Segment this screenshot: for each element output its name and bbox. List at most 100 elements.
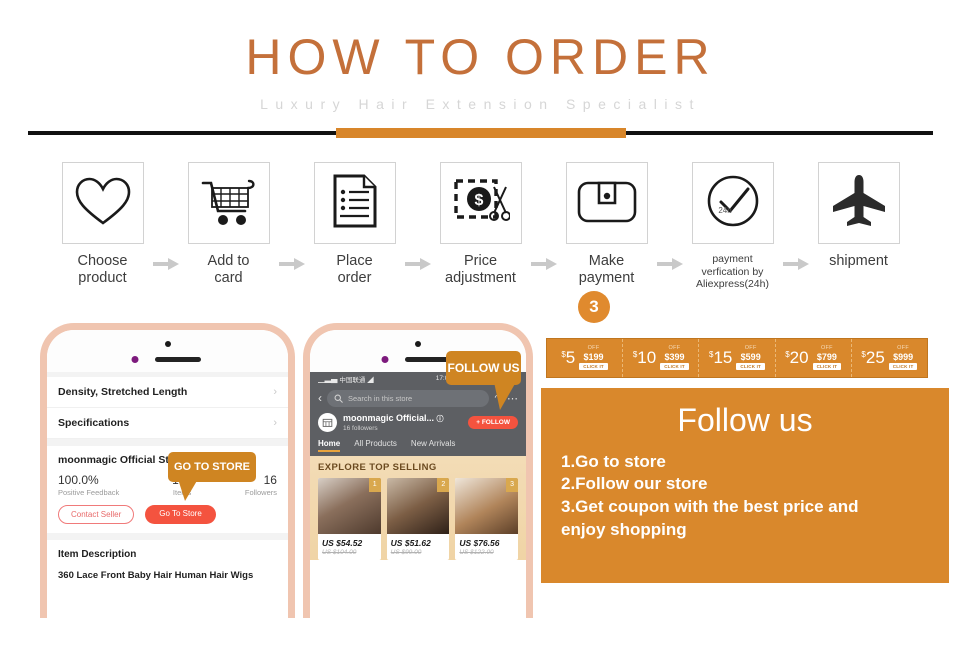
coupon-off-label: OFF: [744, 345, 757, 352]
coupon-detail: OFF $399 CLICK IT: [660, 346, 689, 370]
page-subtitle: Luxury Hair Extension Specialist: [260, 96, 701, 112]
earpiece-speaker: [154, 356, 201, 362]
store-name-text: moonmagic Official...: [343, 412, 435, 423]
stat-value: 100.0%: [58, 472, 99, 487]
coupon-item[interactable]: $10 OFF $399 CLICK IT: [623, 338, 700, 377]
tab-all-products[interactable]: All Products: [354, 439, 397, 452]
coupon-off-label: OFF: [587, 345, 600, 352]
step-icon-box: [565, 162, 648, 244]
avatar: [318, 412, 337, 432]
contact-seller-button[interactable]: Contact Seller: [58, 504, 135, 524]
coupon-click-button[interactable]: CLICK IT: [888, 362, 918, 370]
tooltip-label: GO TO STORE: [174, 460, 250, 473]
list-item[interactable]: Density, Stretched Length ›: [47, 377, 288, 408]
item-description-text: 360 Lace Front Baby Hair Human Hair Wigs: [58, 569, 254, 581]
step-icon-box: $: [439, 162, 522, 244]
row-label: Specifications: [58, 416, 130, 429]
step-make-payment: Make payment: [559, 162, 655, 287]
coupon-click-button[interactable]: CLICK IT: [660, 362, 689, 370]
coupon-amount: $15: [709, 349, 732, 366]
product-image: 3: [455, 477, 519, 534]
follow-us-panel: Follow us 1.Go to store 2.Follow our sto…: [541, 387, 949, 583]
step-label: Place order: [336, 253, 372, 287]
product-price: US $51.62: [390, 537, 431, 548]
arrow-icon-6: [781, 258, 811, 270]
arrow-icon-1: [151, 258, 181, 270]
svg-text:$: $: [474, 192, 483, 209]
go-to-store-tooltip: GO TO STORE: [168, 451, 256, 501]
section-divider: [47, 532, 288, 540]
item-description-heading: Item Description: [58, 548, 137, 560]
list-item[interactable]: Specifications ›: [47, 408, 288, 439]
product-card[interactable]: 3 US $76.56 US $122.00: [455, 477, 519, 560]
step-choose-product: Choose product: [55, 162, 151, 287]
step-place-order: Place order: [307, 162, 403, 287]
follow-step-3-continued: enjoy shopping: [561, 519, 687, 539]
product-card-list: 1 US $54.52 US $104.00 2 US $51.62 US $9…: [318, 477, 519, 560]
coupon-item[interactable]: $25 OFF $999 CLICK IT: [852, 339, 927, 377]
coupon-minimum: $999: [893, 351, 914, 362]
step-label-line2: verfication by: [701, 265, 764, 278]
coupon-click-button[interactable]: CLICK IT: [736, 362, 765, 370]
info-icon[interactable]: ⓘ: [437, 416, 444, 423]
step-icon-box: 24h: [691, 162, 774, 244]
coupon-item[interactable]: $15 OFF $599 CLICK IT: [699, 338, 776, 377]
page-title: HOW TO ORDER: [245, 29, 716, 85]
heart-icon: [74, 176, 132, 231]
coupon-detail: OFF $199 CLICK IT: [579, 346, 608, 370]
coupon-amount: $20: [785, 349, 808, 366]
stat-key: Positive Feedback: [58, 487, 120, 497]
back-icon[interactable]: ‹: [318, 391, 322, 405]
coupon-detail: OFF $999 CLICK IT: [888, 346, 918, 370]
store-icon: [322, 418, 333, 427]
step-label-line1: Price: [463, 253, 498, 269]
coupon-value: 15: [713, 348, 733, 368]
coupon-minimum: $199: [583, 351, 604, 362]
coupon-click-button[interactable]: CLICK IT: [579, 362, 608, 370]
coupon-item[interactable]: $5 OFF $199 CLICK IT: [547, 338, 624, 377]
step-label-line2: payment: [578, 270, 635, 287]
coupon-value: 20: [789, 348, 809, 368]
step-label-line3: Aliexpress(24h): [696, 278, 769, 291]
row-label: Density, Stretched Length: [58, 385, 188, 398]
follow-button[interactable]: + FOLLOW: [468, 415, 518, 429]
step-label: Make payment: [579, 253, 635, 287]
step-icon-box: [61, 162, 144, 244]
arrow-icon-2: [277, 258, 307, 270]
wallet-icon: [576, 177, 638, 230]
store-identity-row: moonmagic Official... ⓘ 16 followers + F…: [310, 406, 526, 436]
go-to-store-button[interactable]: Go To Store: [145, 504, 216, 524]
price-tag-scissors-icon: $: [452, 175, 511, 232]
product-price: US $54.52: [322, 537, 363, 548]
product-card[interactable]: 2 US $51.62 US $99.00: [386, 477, 450, 560]
product-card[interactable]: 1 US $54.52 US $104.00: [318, 477, 381, 560]
step-add-to-cart: Add to card: [181, 162, 277, 287]
stat-positive-feedback: 100.0% Positive Feedback: [58, 473, 119, 497]
search-placeholder: Search in this store: [348, 393, 413, 403]
tab-home[interactable]: Home: [318, 439, 341, 452]
item-description-section: Item Description 360 Lace Front Baby Hai…: [47, 540, 288, 581]
coupon-click-button[interactable]: CLICK IT: [812, 362, 842, 370]
step-icon-box: [187, 162, 270, 244]
follow-us-tooltip: FOLLOW US: [446, 350, 521, 410]
rank-badge: 1: [368, 477, 381, 492]
step-label: payment verfication by Aliexpress(24h): [696, 253, 769, 291]
product-image: 2: [386, 477, 450, 534]
phone-screen: Density, Stretched Length › Specificatio…: [47, 371, 288, 618]
tab-new-arrivals[interactable]: New Arrivals: [411, 439, 455, 452]
search-input[interactable]: Search in this store: [327, 389, 490, 407]
arrow-icon-3: [403, 258, 433, 270]
coupon-minimum: $599: [740, 351, 761, 362]
coupon-item[interactable]: $20 OFF $799 CLICK IT: [776, 338, 852, 377]
coupon-value: 5: [565, 348, 576, 368]
coupon-minimum: $399: [664, 351, 685, 362]
coupon-value: 10: [637, 348, 657, 368]
step-label: Price adjustment: [445, 253, 516, 287]
store-text-block: moonmagic Official... ⓘ 16 followers: [343, 413, 444, 432]
document-icon: [332, 173, 378, 234]
phone-notch: [47, 329, 288, 372]
camera-icon: [164, 340, 171, 347]
carrier-name: 中国联通: [339, 376, 366, 384]
section-divider: [47, 438, 288, 446]
arrow-icon-5: [655, 258, 685, 270]
